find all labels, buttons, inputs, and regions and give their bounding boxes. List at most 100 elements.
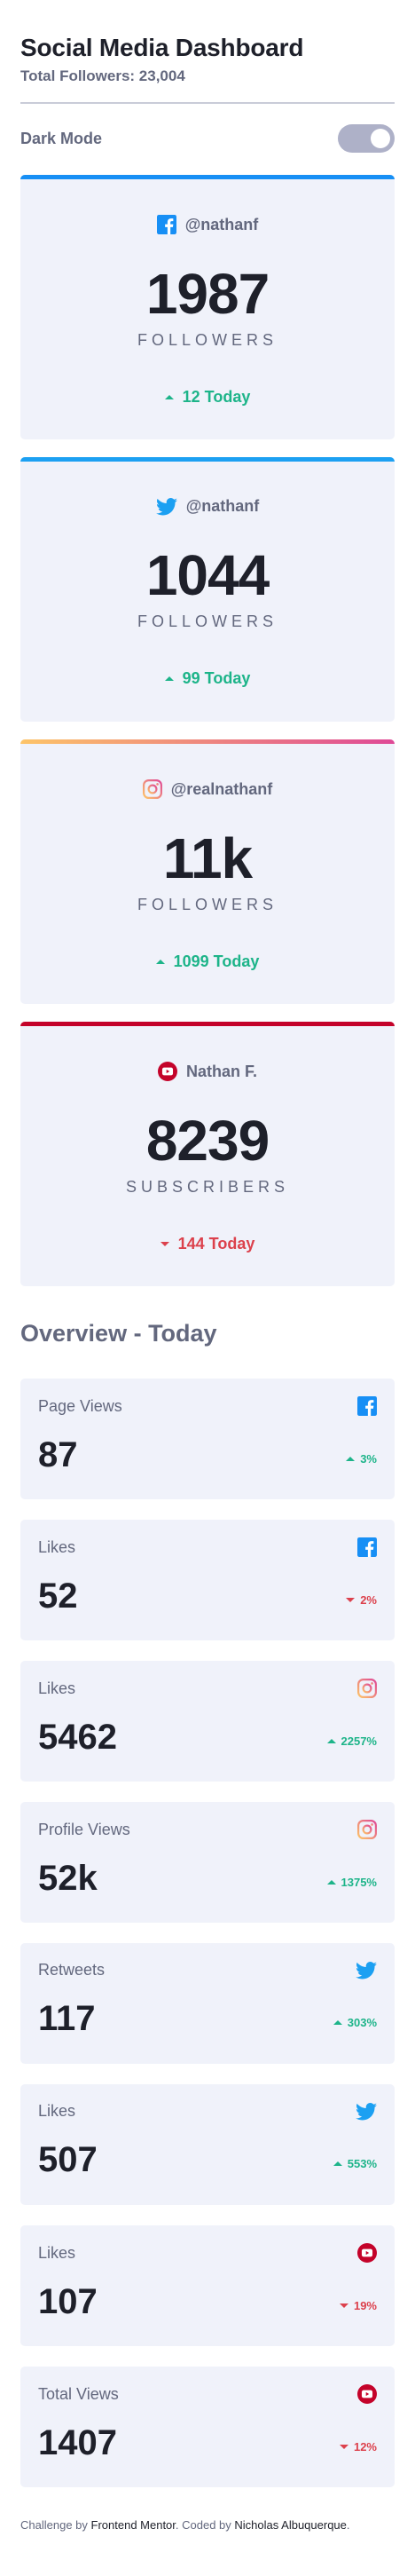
facebook-icon	[357, 1537, 377, 1557]
author-link[interactable]: Nicholas Albuquerque	[234, 2518, 346, 2532]
stat-change-text: 553%	[347, 2157, 377, 2170]
stat-value: 87	[38, 1435, 78, 1474]
arrow-up-icon	[326, 1880, 336, 1885]
stat-change: 12%	[339, 2440, 377, 2454]
arrow-up-icon	[164, 395, 174, 399]
instagram-icon	[142, 779, 162, 799]
card-handle: @realnathanf	[170, 779, 273, 798]
change-text: 99 Today	[182, 669, 251, 687]
overview-list: Page Views 87 3% Likes 52 2% Likes 5462 …	[20, 1379, 395, 2487]
card-handle-row: Nathan F.	[20, 1062, 395, 1081]
follower-unit: FOLLOWERS	[137, 612, 278, 630]
stat-change: 2257%	[326, 1734, 377, 1748]
stat-change-text: 12%	[353, 2440, 377, 2454]
change-text: 1099 Today	[173, 952, 260, 970]
stat-value: 117	[38, 1999, 96, 2038]
arrow-down-icon	[160, 1242, 169, 1246]
overview-title: Overview - Today	[20, 1320, 217, 1347]
frontend-mentor-link[interactable]: Frontend Mentor	[91, 2518, 176, 2532]
card-accent-bar	[20, 175, 395, 179]
card-accent-bar	[20, 457, 395, 462]
card-accent-bar	[20, 739, 395, 744]
stat-change-text: 2257%	[341, 1734, 377, 1748]
arrow-up-icon	[333, 2161, 342, 2166]
follower-unit: FOLLOWERS	[137, 896, 278, 913]
stat-label: Page Views	[38, 1396, 122, 1415]
stat-label: Likes	[38, 2243, 76, 2262]
stat-label: Likes	[38, 1537, 76, 1556]
twitter-icon	[356, 1961, 377, 1979]
stat-change-text: 1375%	[341, 1876, 377, 1889]
overview-card[interactable]: Profile Views 52k 1375%	[20, 1802, 395, 1923]
follower-change: 1099 Today	[20, 952, 395, 971]
overview-card[interactable]: Likes 52 2%	[20, 1520, 395, 1640]
stat-value: 507	[38, 2140, 98, 2179]
arrow-down-icon	[346, 1598, 356, 1602]
follower-count: 11k	[162, 826, 253, 890]
follower-change: 144 Today	[20, 1235, 395, 1253]
youtube-icon	[357, 2384, 377, 2404]
follower-count: 1044	[145, 543, 270, 607]
stat-label: Retweets	[38, 1961, 106, 1979]
dark-mode-toggle[interactable]	[338, 124, 395, 153]
card-handle-row: @nathanf	[20, 497, 395, 516]
follower-card-instagram[interactable]: @realnathanf 11k FOLLOWERS 1099 Today	[20, 739, 395, 1004]
arrow-down-icon	[339, 2445, 348, 2449]
stat-value: 52k	[38, 1859, 98, 1898]
overview-card[interactable]: Retweets 117 303%	[20, 1943, 395, 2064]
overview-card[interactable]: Total Views 1407 12%	[20, 2367, 395, 2487]
stat-value: 1407	[38, 2423, 117, 2462]
facebook-icon	[156, 215, 176, 234]
footer-prefix: Challenge by	[20, 2518, 88, 2532]
follower-change: 99 Today	[20, 669, 395, 688]
total-followers: Total Followers: 23,004	[20, 67, 185, 84]
overview-card[interactable]: Page Views 87 3%	[20, 1379, 395, 1499]
card-accent-bar	[20, 1022, 395, 1026]
stat-change: 553%	[333, 2157, 377, 2170]
stat-label: Likes	[38, 1679, 76, 1697]
stat-label: Likes	[38, 2102, 76, 2120]
follower-change: 12 Today	[20, 388, 395, 407]
follower-count: 8239	[145, 1109, 270, 1173]
follower-cards: @nathanf 1987 FOLLOWERS 12 Today @nathan…	[20, 175, 395, 1286]
overview-card[interactable]: Likes 107 19%	[20, 2225, 395, 2346]
arrow-up-icon	[155, 960, 165, 964]
follower-card-youtube[interactable]: Nathan F. 8239 SUBSCRIBERS 144 Today	[20, 1022, 395, 1286]
arrow-up-icon	[346, 1457, 356, 1461]
stat-change-text: 19%	[353, 2299, 377, 2312]
footer-middle: . Coded by	[175, 2518, 231, 2532]
stat-value: 52	[38, 1576, 78, 1616]
toggle-knob	[371, 129, 390, 148]
instagram-icon	[357, 1820, 377, 1839]
stat-change-text: 303%	[347, 2016, 377, 2029]
dark-mode-label: Dark Mode	[20, 129, 103, 147]
twitter-icon	[356, 2102, 377, 2121]
stat-label: Profile Views	[38, 1820, 130, 1838]
stat-change: 2%	[346, 1593, 377, 1607]
card-handle: Nathan F.	[185, 1062, 257, 1080]
instagram-icon	[357, 1679, 377, 1698]
stat-value: 5462	[38, 1718, 117, 1757]
stat-label: Total Views	[38, 2384, 119, 2403]
stat-change: 19%	[339, 2299, 377, 2312]
footer-suffix: .	[346, 2518, 350, 2532]
card-handle-row: @nathanf	[20, 215, 395, 234]
card-handle: @nathanf	[184, 215, 259, 233]
follower-unit: FOLLOWERS	[137, 331, 278, 349]
twitter-icon	[155, 497, 177, 516]
stat-change-text: 3%	[360, 1452, 377, 1466]
stat-change: 3%	[346, 1452, 377, 1466]
arrow-up-icon	[326, 1739, 336, 1743]
card-handle-row: @realnathanf	[20, 779, 395, 799]
facebook-icon	[357, 1396, 377, 1416]
stat-change-text: 2%	[360, 1593, 377, 1607]
overview-card[interactable]: Likes 5462 2257%	[20, 1661, 395, 1782]
stat-value: 107	[38, 2282, 98, 2321]
follower-card-facebook[interactable]: @nathanf 1987 FOLLOWERS 12 Today	[20, 175, 395, 439]
overview-card[interactable]: Likes 507 553%	[20, 2084, 395, 2205]
follower-card-twitter[interactable]: @nathanf 1044 FOLLOWERS 99 Today	[20, 457, 395, 722]
dark-mode-row: Dark Mode	[20, 124, 395, 153]
stat-change: 303%	[333, 2016, 377, 2029]
follower-unit: SUBSCRIBERS	[125, 1178, 290, 1196]
attribution-footer: Challenge by Frontend Mentor. Coded by N…	[0, 2508, 415, 2549]
